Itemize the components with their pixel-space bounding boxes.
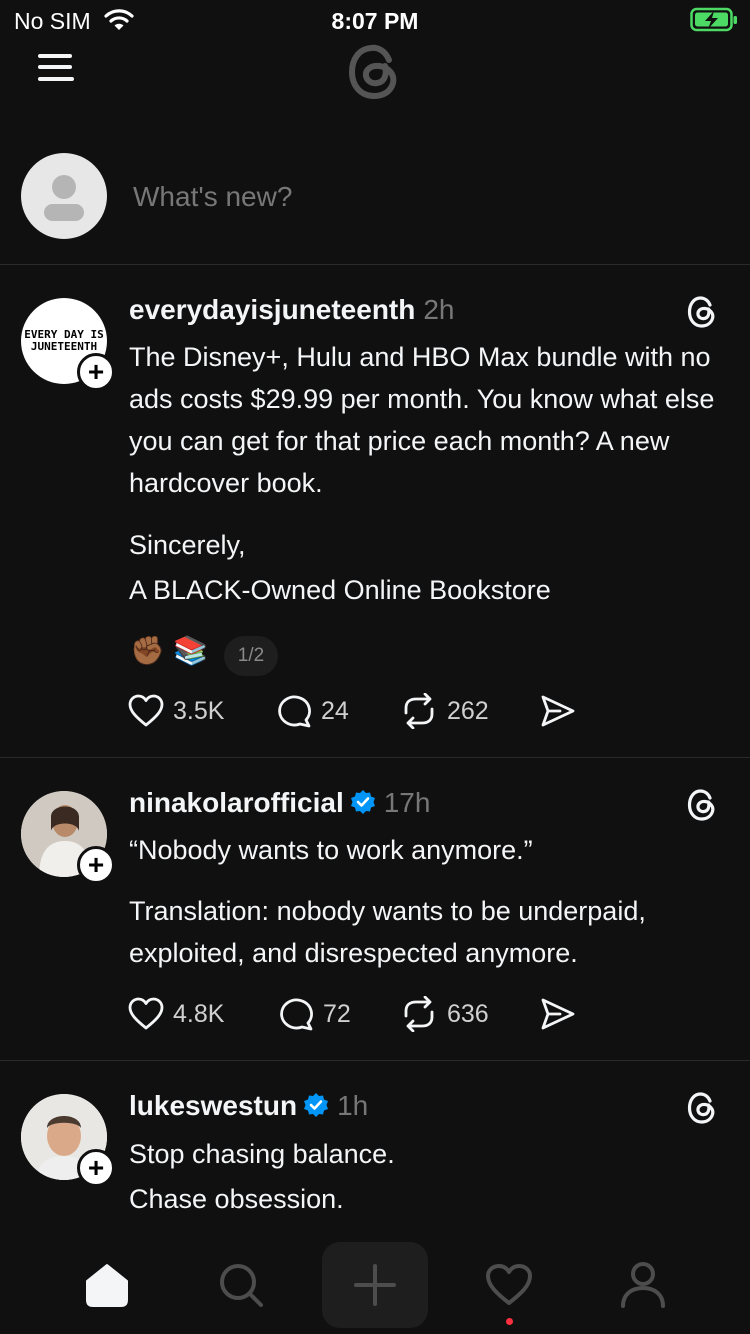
create-icon <box>354 1264 396 1306</box>
tab-activity[interactable] <box>459 1240 559 1330</box>
activity-icon <box>486 1264 532 1305</box>
repost-count: 636 <box>447 999 489 1028</box>
media-pager-indicator: 1/2 <box>224 636 278 676</box>
repost-button[interactable]: 636 <box>400 994 489 1034</box>
reply-count: 72 <box>323 999 351 1028</box>
verified-badge-icon <box>350 790 375 814</box>
send-icon <box>541 998 575 1030</box>
post-body: The Disney+, Hulu and HBO Max bundle wit… <box>129 336 729 613</box>
post-avatar[interactable]: + <box>21 1094 115 1187</box>
divider <box>0 1060 750 1061</box>
send-icon <box>541 695 575 727</box>
post-time: 2h <box>423 294 455 325</box>
comment-icon <box>280 998 313 1031</box>
username[interactable]: everydayisjuneteenth <box>129 294 415 325</box>
search-icon <box>220 1264 263 1307</box>
composer-avatar[interactable] <box>21 153 107 239</box>
repost-count: 262 <box>447 696 489 725</box>
heart-icon <box>128 694 164 727</box>
follow-plus-button[interactable]: + <box>77 846 115 884</box>
post-body: “Nobody wants to work anymore.” Translat… <box>129 829 729 974</box>
emoji-raised-fist: ✊🏾 <box>130 635 165 666</box>
tab-home[interactable] <box>57 1240 157 1330</box>
repost-icon <box>404 693 434 729</box>
status-time: 8:07 PM <box>331 8 419 34</box>
threads-icon[interactable] <box>685 294 719 330</box>
follow-plus-button[interactable]: + <box>77 353 115 391</box>
username[interactable]: ninakolarofficial <box>129 787 344 818</box>
share-button[interactable] <box>540 994 576 1034</box>
username[interactable]: lukeswestun <box>129 1090 297 1121</box>
tab-bar <box>0 1240 750 1334</box>
post-author[interactable]: lukeswestun 1h <box>129 1090 368 1122</box>
post-paragraph: The Disney+, Hulu and HBO Max bundle wit… <box>129 342 715 498</box>
battery-charging-icon <box>690 7 737 32</box>
tab-create[interactable] <box>322 1242 428 1328</box>
post-paragraph: Translation: nobody wants to be underpai… <box>129 896 646 968</box>
profile-icon <box>621 1262 665 1308</box>
tab-search[interactable] <box>191 1240 291 1330</box>
comment-icon <box>278 695 311 728</box>
reply-button[interactable]: 24 <box>276 691 349 731</box>
post-author[interactable]: ninakolarofficial 17h <box>129 787 430 819</box>
post-body: Stop chasing balance. Chase obsession. <box>129 1132 729 1222</box>
post-paragraph: Stop chasing balance. Chase obsession. <box>129 1139 395 1214</box>
like-count: 4.8K <box>173 999 225 1028</box>
heart-icon <box>128 997 164 1030</box>
reply-count: 24 <box>321 696 349 725</box>
menu-icon-line <box>38 54 72 58</box>
home-icon <box>86 1264 128 1307</box>
tab-profile[interactable] <box>593 1240 693 1330</box>
post-paragraph: Sincerely, A BLACK-Owned Online Bookstor… <box>129 530 551 605</box>
menu-icon-line <box>38 65 72 69</box>
threads-logo-icon[interactable] <box>343 38 407 104</box>
default-avatar-icon <box>44 175 84 221</box>
emoji-books: 📚 <box>173 635 208 666</box>
like-count: 3.5K <box>173 696 225 725</box>
avatar-logo-text: JUNETEENTH <box>30 340 98 353</box>
post-author[interactable]: everydayisjuneteenth 2h <box>129 294 455 326</box>
post-time: 17h <box>383 787 431 818</box>
post-paragraph: “Nobody wants to work anymore.” <box>129 835 533 865</box>
threads-icon[interactable] <box>685 1090 719 1126</box>
follow-plus-button[interactable]: + <box>77 1149 115 1187</box>
post-avatar[interactable]: EVERY DAY IS JUNETEENTH + <box>21 298 115 391</box>
like-button[interactable]: 4.8K <box>128 994 224 1034</box>
notification-dot <box>506 1318 513 1325</box>
verified-badge-icon <box>304 1093 329 1117</box>
composer-input[interactable]: What's new? <box>133 181 292 213</box>
menu-button[interactable] <box>36 52 76 84</box>
menu-icon-line <box>38 77 74 81</box>
repost-icon <box>404 996 434 1032</box>
like-button[interactable]: 3.5K <box>128 691 224 731</box>
divider <box>0 757 750 758</box>
status-bar: No SIM 8:07 PM <box>0 0 750 40</box>
reply-button[interactable]: 72 <box>278 994 351 1034</box>
post-avatar[interactable]: + <box>21 791 115 884</box>
post-time: 1h <box>337 1090 369 1121</box>
divider <box>0 264 750 265</box>
threads-icon[interactable] <box>685 787 719 823</box>
share-button[interactable] <box>540 691 576 731</box>
repost-button[interactable]: 262 <box>400 691 489 731</box>
